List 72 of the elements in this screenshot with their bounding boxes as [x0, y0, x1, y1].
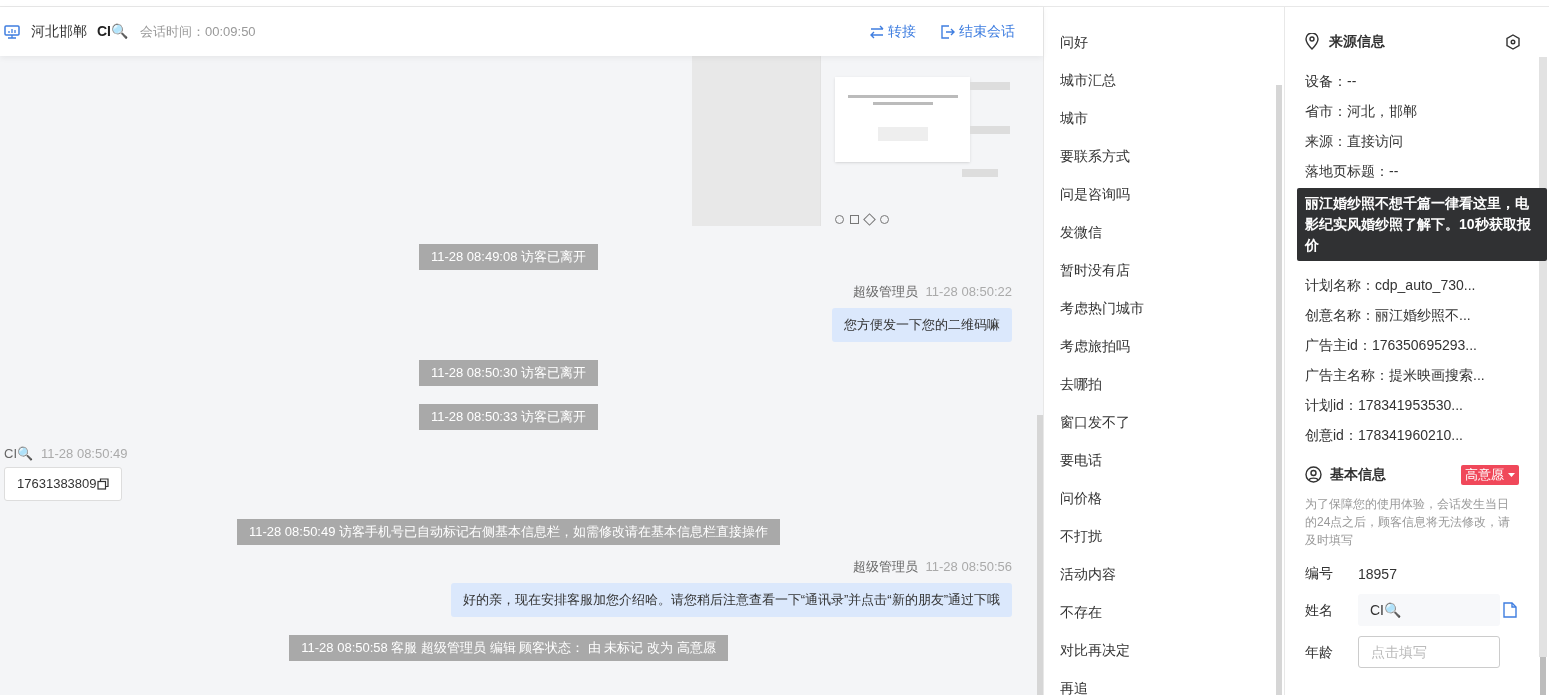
message-bubble: 您方便发一下您的二维码嘛 [832, 307, 1012, 342]
quick-reply-item[interactable]: 再追 [1044, 669, 1088, 695]
message-time: 11-28 08:50:56 [925, 558, 1012, 576]
location-text: 河北邯郸 [31, 22, 87, 41]
system-notice: 11-28 08:50:49 访客手机号已自动标记右侧基本信息栏，如需修改请在基本信息栏直接操作 [236, 519, 781, 545]
source-field: 创意id：178341960210... [1305, 420, 1463, 450]
source-field: 计划名称：cdp_auto_730... [1305, 270, 1476, 300]
quick-reply-item[interactable]: 考虑旅拍吗 [1044, 327, 1130, 365]
user-circle-icon [1305, 466, 1322, 483]
scrollbar-thumb[interactable] [1540, 657, 1546, 695]
copy-icon [96, 478, 109, 490]
transfer-button[interactable]: 转接 [869, 21, 916, 42]
quick-reply-item[interactable]: 要电话 [1044, 441, 1102, 479]
source-field: 计划id：178341953530... [1305, 390, 1463, 420]
quick-reply-item[interactable]: 问是咨询吗 [1044, 175, 1130, 213]
quick-reply-item[interactable]: 考虑热门城市 [1044, 289, 1144, 327]
quick-reply-item[interactable]: 活动内容 [1044, 555, 1116, 593]
system-notice: 11-28 08:50:33 访客已离开 [418, 403, 599, 430]
sender-name: 超级管理员 [852, 558, 918, 576]
tooltip: 丽江婚纱照不想千篇一律看这里，电影纪实风婚纱照了解下。10秒获取报价 [1297, 188, 1547, 261]
status-dropdown[interactable]: 高意愿 [1461, 464, 1519, 485]
document-icon[interactable] [1503, 602, 1517, 618]
field-label: 编号 [1305, 564, 1334, 583]
source-field: 来源：直接访问 [1305, 126, 1403, 156]
quick-reply-item[interactable]: 不存在 [1044, 593, 1102, 631]
section-title: 来源信息 [1329, 32, 1385, 51]
field-label: 姓名 [1305, 600, 1334, 620]
caret-icon [1508, 472, 1515, 477]
source-field: 省市：河北，邯郸 [1305, 96, 1417, 126]
visitor-name: CI🔍 [97, 22, 128, 41]
location-pin-icon [1305, 33, 1319, 50]
quick-reply-item[interactable]: 问好 [1044, 23, 1088, 61]
source-field: 设备：-- [1305, 66, 1357, 96]
scrollbar-thumb[interactable] [1539, 57, 1547, 657]
end-session-button[interactable]: 结束会话 [940, 21, 1015, 42]
input-field[interactable]: CI🔍 [1358, 594, 1500, 626]
quick-reply-item[interactable]: 城市汇总 [1044, 61, 1116, 99]
quick-reply-item[interactable]: 发微信 [1044, 213, 1102, 251]
message-time: 11-28 08:50:49 [41, 444, 128, 463]
sender-name: 超级管理员 [852, 283, 918, 301]
field-value: 18957 [1358, 564, 1397, 584]
field-label: 年龄 [1305, 642, 1334, 662]
quick-reply-item[interactable]: 要联系方式 [1044, 137, 1130, 175]
quick-reply-item[interactable]: 去哪拍 [1044, 365, 1102, 403]
source-field: 创意名称：丽江婚纱照不... [1305, 300, 1471, 330]
section-title: 基本信息 [1330, 465, 1386, 484]
message-bubble: 好的亲，现在安排客服加您介绍哈。请您稍后注意查看一下“通讯录”并点击“新的朋友”通过下哦 [450, 582, 1012, 617]
scrollbar-thumb[interactable] [1037, 415, 1043, 695]
source-field: 广告主名称：提米映画搜索... [1305, 360, 1485, 390]
phone-number: 17631383809 [17, 475, 97, 493]
system-notice: 11-28 08:49:08 访客已离开 [418, 244, 599, 270]
source-field: 广告主id：176350695293... [1305, 330, 1477, 360]
settings-icon[interactable] [1505, 33, 1521, 50]
quick-reply-item[interactable]: 窗口发不了 [1044, 403, 1130, 441]
quick-reply-item[interactable]: 暂时没有店 [1044, 251, 1130, 289]
scrollbar-thumb[interactable] [1276, 85, 1282, 695]
notice-text: 为了保障您的使用体验，会话发生当日的24点之后，顾客信息将无法修改，请及时填写 [1305, 496, 1512, 549]
system-notice: 11-28 08:50:30 访客已离开 [418, 359, 599, 386]
monitor-icon [4, 24, 20, 39]
exit-icon [940, 23, 956, 40]
session-label: 会话时间： [140, 22, 205, 41]
sender-name: CI🔍 [4, 444, 33, 463]
source-field: 落地页标题：-- [1305, 156, 1399, 186]
message-time: 11-28 08:50:22 [925, 283, 1012, 301]
system-notice: 11-28 08:50:58 客服 超级管理员 编辑 顾客状态： 由 未标记 改为 高意愿 [289, 634, 728, 661]
quick-reply-item[interactable]: 问价格 [1044, 479, 1102, 517]
quick-reply-item[interactable]: 不打扰 [1044, 517, 1102, 555]
quick-reply-item[interactable]: 城市 [1044, 99, 1088, 137]
input-field[interactable]: 点击填写 [1358, 636, 1500, 668]
quick-reply-item[interactable]: 对比再决定 [1044, 631, 1130, 669]
session-time: 00:09:50 [205, 22, 256, 41]
swap-arrows-icon [869, 23, 885, 40]
